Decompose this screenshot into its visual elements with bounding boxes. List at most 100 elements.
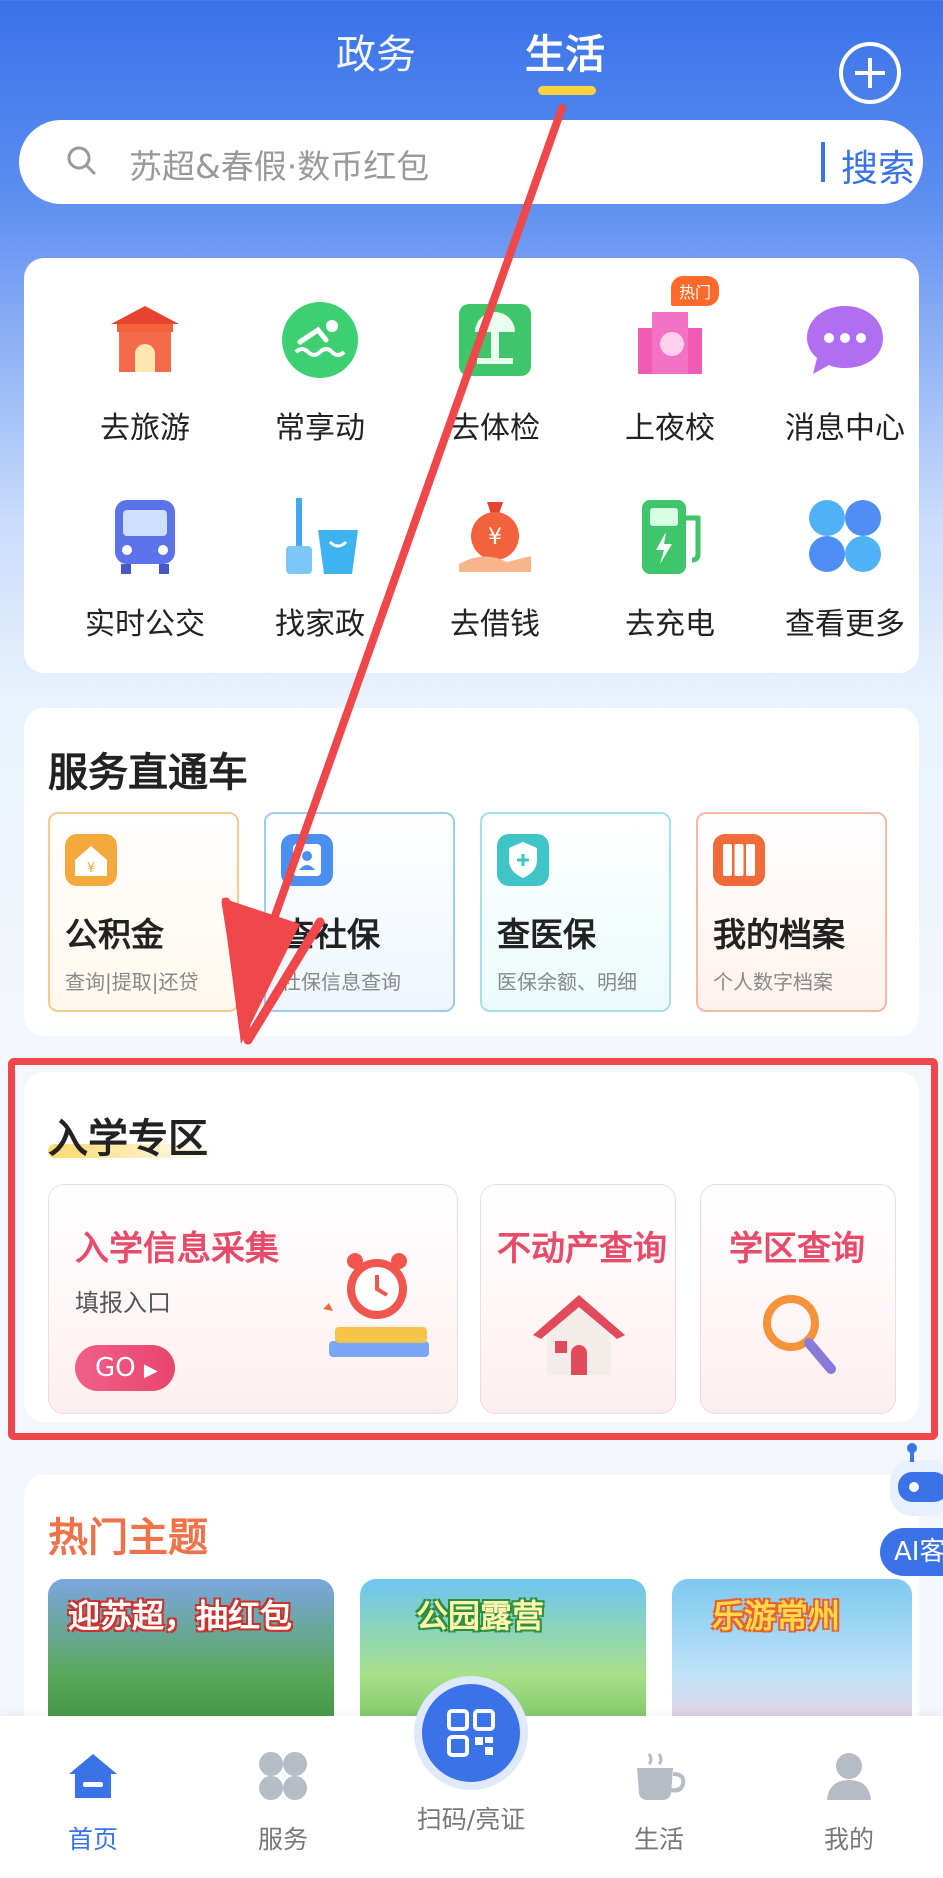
house-coin-icon: ¥ xyxy=(65,834,117,886)
archive-cabinet-icon xyxy=(713,834,765,886)
service-tile-my-archive[interactable]: 我的档案 个人数字档案 xyxy=(696,812,887,1012)
section-title: 热门主题 xyxy=(48,1515,208,1561)
grid-item-travel[interactable]: 去旅游 xyxy=(58,298,228,468)
school-district-query-tile[interactable]: 学区查询 xyxy=(700,1184,896,1414)
charging-station-icon xyxy=(642,500,701,574)
service-tile-desc: 医保余额、明细 xyxy=(497,970,637,994)
swim-icon xyxy=(282,302,358,378)
grid-item-more[interactable]: 查看更多 xyxy=(758,494,928,664)
grid-item-messages[interactable]: 消息中心 xyxy=(758,298,928,468)
grid-item-label: 去旅游 xyxy=(100,411,190,446)
go-button-label: GO xyxy=(95,1353,136,1383)
banner-travel-changzhou[interactable]: 乐游常州 xyxy=(672,1579,912,1735)
school-enrollment-section: 入学专区 入学信息采集 填报入口 GO ▶ 不动产查询 学区查询 xyxy=(24,1072,919,1422)
active-tab-indicator xyxy=(538,86,596,95)
grid-item-label: 常享动 xyxy=(275,411,365,446)
service-tile-name: 查医保 xyxy=(497,915,596,954)
home-icon xyxy=(69,1754,117,1798)
section-title: 入学专区 xyxy=(48,1116,208,1162)
shield-plus-icon xyxy=(497,834,549,886)
grid-item-label: 实时公交 xyxy=(85,607,205,642)
service-tile-social-security[interactable]: 查社保 社保信息查询 xyxy=(264,812,455,1012)
nav-life[interactable]: 生活 xyxy=(594,1736,724,1856)
qr-code-icon xyxy=(447,1709,495,1757)
robot-icon xyxy=(890,1443,943,1516)
grid-item-label: 去借钱 xyxy=(450,607,540,642)
svg-text:¥: ¥ xyxy=(488,525,502,550)
tile-title: 学区查询 xyxy=(729,1229,865,1269)
grid-item-label: 去充电 xyxy=(625,607,715,642)
id-card-icon xyxy=(281,834,333,886)
tile-title: 不动产查询 xyxy=(497,1229,667,1269)
service-tile-desc: 查询|提取|还贷 xyxy=(65,970,199,994)
search-icon xyxy=(67,146,96,175)
tile-title: 入学信息采集 xyxy=(75,1229,279,1269)
grid-item-label: 找家政 xyxy=(275,607,365,642)
property-query-tile[interactable]: 不动产查询 xyxy=(480,1184,676,1414)
grid-item-checkup[interactable]: 去体检 xyxy=(408,298,578,468)
grid-item-label: 查看更多 xyxy=(785,607,905,642)
enrollment-info-tile[interactable]: 入学信息采集 填报入口 GO ▶ xyxy=(48,1184,458,1414)
magnifier-icon xyxy=(763,1295,836,1374)
money-bag-icon: ¥ xyxy=(459,502,531,572)
banner-text: 乐游常州 xyxy=(712,1597,841,1635)
night-school-icon xyxy=(638,312,702,374)
grid-item-label: 消息中心 xyxy=(785,411,905,446)
scan-label: 扫码/亮证 xyxy=(416,1805,526,1834)
nav-label: 生活 xyxy=(633,1825,684,1854)
grid-item-bus[interactable]: 实时公交 xyxy=(58,494,228,664)
service-tile-housing-fund[interactable]: ¥ 公积金 查询|提取|还贷 xyxy=(48,812,239,1012)
service-express-section: 服务直通车 ¥ 公积金 查询|提取|还贷 查社保 社保信息查询 查医保 医保余额… xyxy=(24,708,919,1036)
play-arrow-icon: ▶ xyxy=(143,1360,158,1381)
tab-government[interactable]: 政务 xyxy=(336,22,416,80)
hot-badge: 热门 xyxy=(671,276,720,306)
tab-life[interactable]: 生活 xyxy=(525,22,605,80)
banner-text: 公园露营 xyxy=(416,1597,545,1635)
alarm-clock-books-icon xyxy=(323,1253,429,1357)
ai-label: AI客 xyxy=(880,1528,943,1576)
svg-text:¥: ¥ xyxy=(87,861,95,876)
travel-gate-icon xyxy=(111,306,179,372)
search-input[interactable]: 苏超&春假·数币红包 xyxy=(129,140,429,188)
nav-mine[interactable]: 我的 xyxy=(784,1736,914,1856)
grid-item-label: 去体检 xyxy=(450,411,540,446)
checkup-icon xyxy=(459,304,531,376)
service-tile-name: 查社保 xyxy=(281,915,380,954)
grid-item-night-school[interactable]: 热门 上夜校 xyxy=(583,276,753,468)
grid-item-borrow[interactable]: ¥ 去借钱 xyxy=(408,494,578,664)
grid-item-housekeeping[interactable]: 找家政 xyxy=(233,494,403,664)
service-tile-desc: 个人数字档案 xyxy=(713,970,833,994)
grid-item-label: 上夜校 xyxy=(625,411,715,446)
user-icon xyxy=(827,1753,871,1800)
service-tile-name: 公积金 xyxy=(65,915,164,954)
search-button[interactable]: 搜索 xyxy=(841,138,915,192)
coffee-cup-icon xyxy=(637,1753,686,1800)
banner-su-league[interactable]: 迎苏超，抽红包 xyxy=(48,1579,334,1735)
nav-label: 首页 xyxy=(67,1825,118,1854)
banner-text: 迎苏超，抽红包 xyxy=(68,1597,293,1635)
section-title: 服务直通车 xyxy=(48,750,248,796)
services-grid-icon xyxy=(259,1752,307,1800)
tile-subtitle: 填报入口 xyxy=(75,1289,171,1317)
grid-item-charging[interactable]: 去充电 xyxy=(583,494,753,664)
ai-assistant-float[interactable]: AI客 xyxy=(880,1440,943,1580)
nav-label: 服务 xyxy=(257,1825,308,1854)
service-tile-desc: 社保信息查询 xyxy=(281,970,401,994)
service-tile-name: 我的档案 xyxy=(713,915,845,954)
scan-qr-button[interactable] xyxy=(414,1676,528,1790)
search-divider xyxy=(821,142,825,182)
service-tile-medical-insurance[interactable]: 查医保 医保余额、明细 xyxy=(480,812,671,1012)
go-button[interactable]: GO ▶ xyxy=(75,1345,175,1391)
nav-label: 我的 xyxy=(823,1825,874,1854)
house-icon xyxy=(533,1295,625,1375)
grid-item-sport[interactable]: 常享动 xyxy=(233,298,403,468)
nav-services[interactable]: 服务 xyxy=(218,1736,348,1856)
quick-service-grid: 去旅游 常享动 去体检 热门 上夜校 消息中心 实时公交 找家政 ¥ 去借钱 去… xyxy=(24,258,919,673)
add-icon[interactable] xyxy=(839,42,901,104)
top-tab-bar: 政务 生活 xyxy=(0,22,943,104)
search-bar[interactable]: 苏超&春假·数币红包 搜索 xyxy=(19,120,923,204)
more-grid-icon xyxy=(809,500,881,572)
bus-icon xyxy=(115,500,175,574)
cleaning-icon xyxy=(286,498,358,574)
nav-home[interactable]: 首页 xyxy=(28,1736,158,1856)
